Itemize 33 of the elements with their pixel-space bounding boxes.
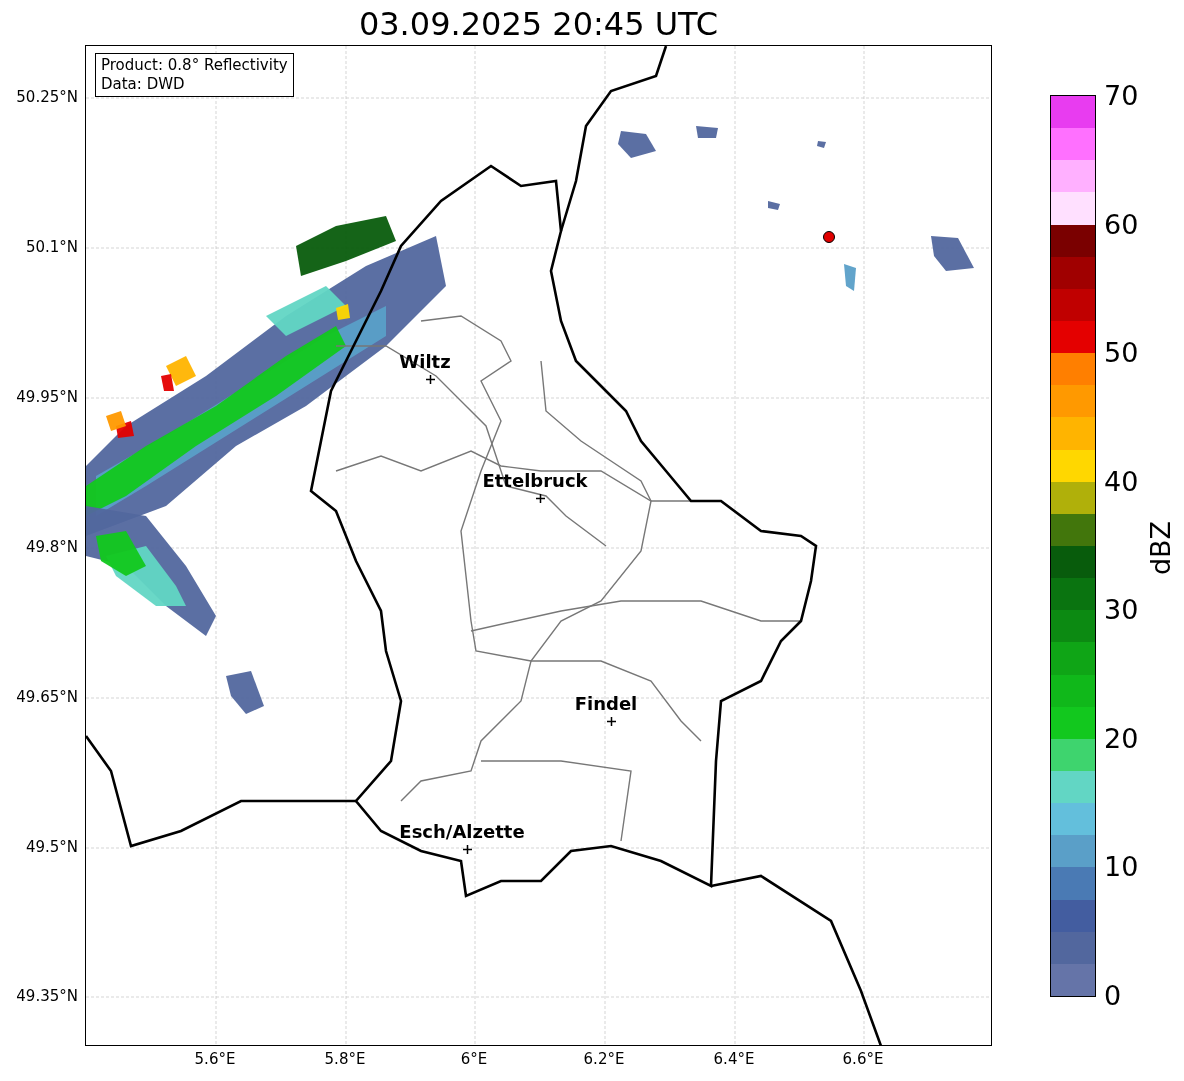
longitude-label: 5.6°E	[194, 1050, 236, 1068]
colorbar-tick-label: 60	[1104, 209, 1139, 240]
latitude-label: 49.5°N	[25, 838, 78, 856]
city-label: Wiltz	[399, 351, 451, 372]
colorbar-tick-label: 50	[1104, 338, 1139, 369]
info-text: Product: 0.8° Reflectivity	[101, 56, 288, 75]
latitude-label: 49.8°N	[25, 538, 78, 556]
city-marker-icon	[425, 374, 435, 384]
longitude-label: 6°E	[460, 1050, 488, 1068]
city-marker-icon	[606, 716, 616, 726]
latitude-label: 49.35°N	[16, 987, 78, 1005]
latitude-label: 49.65°N	[16, 688, 78, 706]
city-marker-icon	[462, 844, 472, 854]
colorbar-tick-label: 0	[1104, 981, 1122, 1011]
city-label: Esch/Alzette	[399, 821, 525, 842]
colorbar-tick-label: 40	[1104, 466, 1139, 497]
city-label: Ettelbruck	[482, 470, 588, 491]
colorbar-tick-label: 70	[1104, 81, 1139, 111]
longitude-label: 6.6°E	[842, 1050, 884, 1068]
city-marker-icon	[535, 493, 545, 503]
chart-title: 03.09.2025 20:45 UTC	[357, 4, 720, 44]
longitude-label: 6.4°E	[713, 1050, 755, 1068]
colorbar-tick-label: 30	[1104, 595, 1139, 626]
colorbar-tick-label: 20	[1104, 723, 1139, 754]
longitude-label: 6.2°E	[583, 1050, 625, 1068]
info-text: Data: DWD	[101, 75, 186, 94]
latitude-label: 49.95°N	[16, 388, 78, 406]
colorbar-label: dBZ	[1144, 520, 1176, 576]
latitude-label: 50.25°N	[16, 88, 78, 106]
latitude-label: 50.1°N	[25, 238, 78, 256]
longitude-label: 5.8°E	[324, 1050, 366, 1068]
city-label: Findel	[574, 693, 638, 714]
colorbar-tick-label: 10	[1104, 852, 1139, 883]
